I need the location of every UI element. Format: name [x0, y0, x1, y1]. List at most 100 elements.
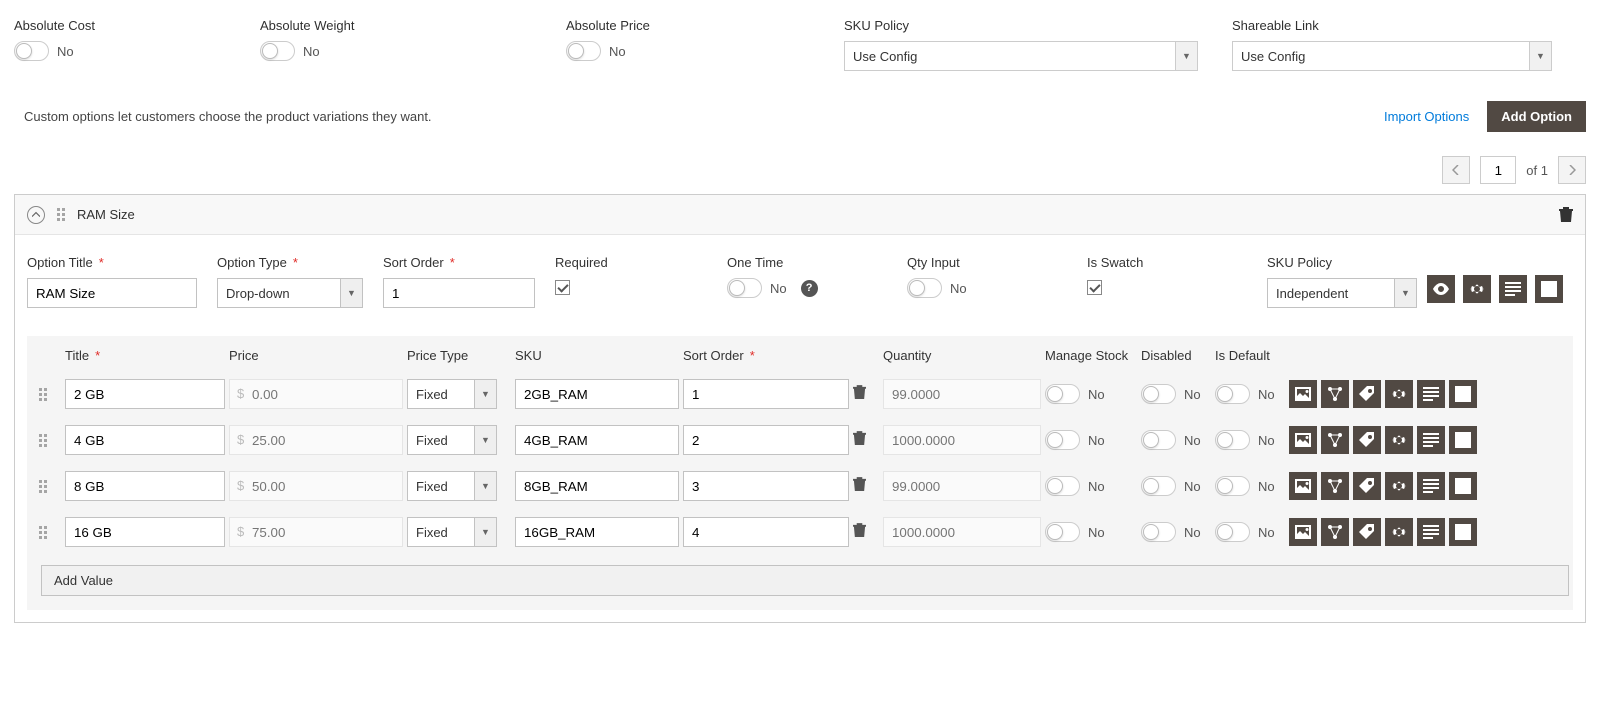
description-button[interactable] [1417, 472, 1445, 500]
dependency-button[interactable] [1321, 472, 1349, 500]
dependency-button[interactable] [1321, 426, 1349, 454]
value-price-input[interactable] [229, 471, 403, 501]
nodes-icon [1327, 478, 1343, 494]
value-sort-order-input[interactable] [683, 471, 849, 501]
help-icon[interactable]: ? [801, 280, 818, 297]
description-button[interactable] [1499, 275, 1527, 303]
value-sort-order-input[interactable] [683, 517, 849, 547]
manage-stock-toggle[interactable] [1045, 476, 1080, 496]
drag-handle-icon[interactable] [57, 208, 65, 221]
import-options-link[interactable]: Import Options [1384, 109, 1469, 124]
required-checkbox[interactable] [555, 280, 570, 295]
image-button[interactable] [1289, 426, 1317, 454]
value-price-input[interactable] [229, 425, 403, 455]
delete-option-button[interactable] [1559, 207, 1573, 223]
option-title-input[interactable] [27, 278, 197, 308]
value-price-type-select[interactable]: Fixed▼ [407, 425, 497, 455]
disabled-toggle[interactable] [1141, 476, 1176, 496]
description-button[interactable] [1417, 518, 1445, 546]
drag-handle-icon[interactable] [39, 388, 61, 401]
manage-stock-toggle[interactable] [1045, 384, 1080, 404]
tier-price-button[interactable] [1353, 472, 1381, 500]
image-button[interactable] [1289, 472, 1317, 500]
value-quantity-input[interactable] [883, 471, 1041, 501]
settings-button[interactable] [1385, 518, 1413, 546]
value-sku-input[interactable] [515, 517, 679, 547]
manage-stock-toggle[interactable] [1045, 522, 1080, 542]
pager-prev-button[interactable] [1442, 156, 1470, 184]
add-value-button[interactable]: Add Value [41, 565, 1569, 596]
tier-price-button[interactable] [1353, 380, 1381, 408]
value-title-input[interactable] [65, 471, 225, 501]
option-sort-order-input[interactable] [383, 278, 535, 308]
disabled-toggle[interactable] [1141, 430, 1176, 450]
value-title-input[interactable] [65, 379, 225, 409]
shareable-link-select[interactable]: Use Config ▼ [1232, 41, 1552, 71]
tier-price-button[interactable] [1353, 426, 1381, 454]
drag-handle-icon[interactable] [39, 526, 61, 539]
image-button[interactable] [1289, 518, 1317, 546]
value-sort-order-input[interactable] [683, 425, 849, 455]
drag-handle-icon[interactable] [39, 480, 61, 493]
settings-button[interactable] [1385, 472, 1413, 500]
shareable-link-value: Use Config [1241, 49, 1305, 64]
settings-button[interactable] [1385, 426, 1413, 454]
dependency-button[interactable] [1321, 380, 1349, 408]
manage-stock-toggle[interactable] [1045, 430, 1080, 450]
value-title-input[interactable] [65, 517, 225, 547]
absolute-cost-toggle[interactable] [14, 41, 49, 61]
description-button[interactable] [1417, 426, 1445, 454]
value-price-input[interactable] [229, 517, 403, 547]
drag-handle-icon[interactable] [39, 434, 61, 447]
delete-value-button[interactable] [853, 385, 879, 403]
is-default-toggle[interactable] [1215, 522, 1250, 542]
delete-value-button[interactable] [853, 431, 879, 449]
disabled-value: No [1184, 479, 1201, 494]
absolute-price-toggle[interactable] [566, 41, 601, 61]
value-price-type-select[interactable]: Fixed▼ [407, 379, 497, 409]
collapse-option-button[interactable] [27, 206, 45, 224]
is-default-toggle[interactable] [1215, 384, 1250, 404]
manage-stock-value: No [1088, 387, 1105, 402]
disabled-value: No [1184, 525, 1201, 540]
template-button[interactable] [1449, 472, 1477, 500]
value-price-type-select[interactable]: Fixed▼ [407, 517, 497, 547]
pager-next-button[interactable] [1558, 156, 1586, 184]
dependency-button[interactable] [1321, 518, 1349, 546]
visibility-button[interactable] [1427, 275, 1455, 303]
template-button[interactable] [1449, 426, 1477, 454]
add-option-button[interactable]: Add Option [1487, 101, 1586, 132]
value-price-input[interactable] [229, 379, 403, 409]
value-sku-input[interactable] [515, 379, 679, 409]
delete-value-button[interactable] [853, 523, 879, 541]
delete-value-button[interactable] [853, 477, 879, 495]
value-sku-input[interactable] [515, 425, 679, 455]
value-quantity-input[interactable] [883, 379, 1041, 409]
is-default-toggle[interactable] [1215, 476, 1250, 496]
value-quantity-input[interactable] [883, 517, 1041, 547]
settings-button[interactable] [1463, 275, 1491, 303]
disabled-toggle[interactable] [1141, 522, 1176, 542]
is-default-toggle[interactable] [1215, 430, 1250, 450]
template-button[interactable] [1449, 380, 1477, 408]
disabled-toggle[interactable] [1141, 384, 1176, 404]
sku-policy-top-select[interactable]: Use Config ▼ [844, 41, 1198, 71]
option-sku-policy-select[interactable]: Independent ▼ [1267, 278, 1417, 308]
qty-input-toggle[interactable] [907, 278, 942, 298]
description-button[interactable] [1417, 380, 1445, 408]
template-button[interactable] [1449, 518, 1477, 546]
value-price-type-select[interactable]: Fixed▼ [407, 471, 497, 501]
settings-button[interactable] [1385, 380, 1413, 408]
template-button[interactable] [1535, 275, 1563, 303]
is-swatch-checkbox[interactable] [1087, 280, 1102, 295]
image-button[interactable] [1289, 380, 1317, 408]
pager-page-input[interactable] [1480, 156, 1516, 184]
value-title-input[interactable] [65, 425, 225, 455]
absolute-weight-toggle[interactable] [260, 41, 295, 61]
one-time-toggle[interactable] [727, 278, 762, 298]
tier-price-button[interactable] [1353, 518, 1381, 546]
value-quantity-input[interactable] [883, 425, 1041, 455]
option-type-select[interactable]: Drop-down ▼ [217, 278, 363, 308]
value-sort-order-input[interactable] [683, 379, 849, 409]
value-sku-input[interactable] [515, 471, 679, 501]
